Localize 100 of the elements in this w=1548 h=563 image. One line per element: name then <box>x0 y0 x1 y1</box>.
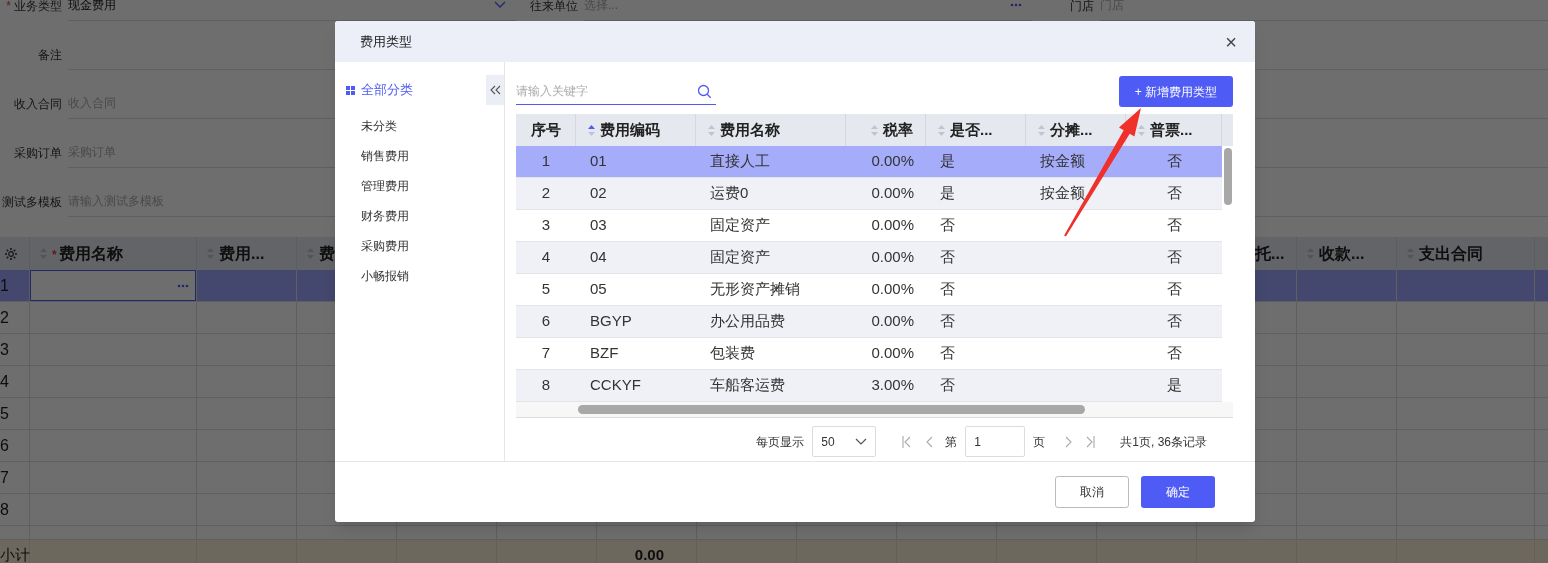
table-cell-text: BZF <box>590 343 619 364</box>
field-label: 测试多模板 <box>1 193 63 211</box>
row-number: 1 <box>0 275 9 296</box>
page-input[interactable]: 1 <box>965 426 1026 457</box>
table-cell-text: 3 <box>541 215 551 236</box>
table-cell-text: 无形资产摊销 <box>710 279 800 300</box>
category-item[interactable]: 采购费用 <box>335 231 504 261</box>
first-page-icon[interactable] <box>902 435 913 448</box>
page-size-label: 每页显示 <box>756 433 805 451</box>
category-item[interactable]: 管理费用 <box>335 171 504 201</box>
field-label: 收入合同 <box>13 95 63 113</box>
table-cell-text: 运费0 <box>710 183 749 204</box>
grid-icon <box>346 85 355 95</box>
table-cell-text: 0.00% <box>871 343 914 364</box>
chevron-down-icon[interactable] <box>494 1 506 9</box>
table-cell-text: CCKYF <box>590 375 641 396</box>
table-cell-text: 否 <box>940 343 955 364</box>
collapse-button[interactable] <box>486 75 504 105</box>
field-label: 门店 <box>1069 0 1095 15</box>
confirm-button[interactable]: 确定 <box>1141 476 1215 508</box>
table-cell-text: 7 <box>541 343 551 364</box>
subtotal-label: 小计 <box>0 544 30 563</box>
search-field[interactable]: 请输入关键字 <box>516 78 716 105</box>
previous-page-icon[interactable] <box>926 435 934 448</box>
table-row[interactable]: 2 02 运费0 0.00% 是 按金额 否 <box>516 178 1222 210</box>
table-row[interactable]: 8 CCKYF 车船客运费 3.00% 否 是 <box>516 370 1222 402</box>
table-cell-text: 02 <box>590 183 607 204</box>
table-cell-text: 包装费 <box>710 343 755 364</box>
table-cell-text: 8 <box>541 375 551 396</box>
table-cell-text: 是 <box>940 183 955 204</box>
table-cell-text: 否 <box>1166 343 1182 364</box>
settings-icon[interactable] <box>4 246 18 261</box>
table-cell-text: 车船客运费 <box>710 375 785 396</box>
table-cell-text: 05 <box>590 279 607 300</box>
double-chevron-left-icon <box>489 85 501 95</box>
field-label: 备注 <box>37 46 63 64</box>
table-row[interactable]: 6 BGYP 办公用品费 0.00% 否 否 <box>516 306 1222 338</box>
row-number: 6 <box>0 435 9 456</box>
table-cell-text: 固定资产 <box>710 215 770 236</box>
row-number: 8 <box>0 499 9 520</box>
ellipsis-icon[interactable] <box>1010 3 1022 7</box>
category-item[interactable]: 财务费用 <box>335 201 504 231</box>
table-row[interactable]: 1 01 直接人工 0.00% 是 按金额 否 <box>516 146 1222 178</box>
column-header[interactable]: 分摊... <box>1050 118 1093 142</box>
category-item[interactable]: 销售费用 <box>335 141 504 171</box>
field-label: 采购订单 <box>13 144 63 162</box>
cancel-button[interactable]: 取消 <box>1055 476 1129 508</box>
field-label: 往来单位 <box>529 0 579 15</box>
last-page-icon[interactable] <box>1085 435 1096 448</box>
field-label: * 业务类型 <box>5 0 63 15</box>
table-cell-text: 否 <box>940 215 955 236</box>
page-size-select[interactable]: 50 <box>812 426 877 457</box>
table-cell-text: 1 <box>541 151 551 172</box>
column-header[interactable]: 税率 <box>883 118 913 142</box>
scrollbar-thumb[interactable] <box>578 405 1085 414</box>
category-item[interactable]: 未分类 <box>335 111 504 141</box>
row-number: 4 <box>0 371 9 392</box>
table-cell-text: 0.00% <box>871 183 914 204</box>
table-cell-text: 0.00% <box>871 151 914 172</box>
page-suffix: 页 <box>1033 433 1046 451</box>
table-cell-text: 6 <box>541 311 551 332</box>
column-header[interactable]: 费用名称 <box>720 118 780 142</box>
table-cell-text: 否 <box>1166 311 1182 332</box>
table-cell-text: 01 <box>590 151 607 172</box>
next-page-icon[interactable] <box>1065 435 1073 448</box>
table-cell-text: 否 <box>940 375 955 396</box>
row-number: 2 <box>0 307 9 328</box>
table-cell-text: 03 <box>590 215 607 236</box>
input-field[interactable] <box>30 270 196 301</box>
table-cell-text: 0.00% <box>871 279 914 300</box>
table-cell-text: 0.00% <box>871 311 914 332</box>
input-field[interactable]: 现金费用 <box>68 0 516 21</box>
column-header[interactable]: 是否... <box>950 118 993 142</box>
table-cell-text: 0.00% <box>871 215 914 236</box>
scrollbar-thumb[interactable] <box>1223 148 1232 205</box>
row-number: 5 <box>0 403 9 424</box>
column-header[interactable]: 费用编码 <box>600 118 660 142</box>
record-summary: 共1页, 36条记录 <box>1120 433 1207 451</box>
category-item[interactable]: 小畅报销 <box>335 261 504 291</box>
ellipsis-icon[interactable] <box>177 283 189 288</box>
search-icon[interactable] <box>697 84 712 99</box>
table-cell-text: 0.00% <box>871 247 914 268</box>
table-cell-text: 是 <box>1166 375 1182 396</box>
page-prefix: 第 <box>945 433 958 451</box>
table-cell-text: 否 <box>1166 247 1182 268</box>
table-cell-text: 办公用品费 <box>710 311 785 332</box>
table-cell-text: 直接人工 <box>710 151 770 172</box>
chevron-down-icon <box>855 437 868 446</box>
table-cell-text: 否 <box>1166 151 1182 172</box>
table-row[interactable]: 4 04 固定资产 0.00% 否 否 <box>516 242 1222 274</box>
table-cell-text: 是 <box>940 151 955 172</box>
column-header[interactable]: 序号 <box>530 118 561 142</box>
sort-icon[interactable] <box>588 124 595 136</box>
category-item[interactable]: 全部分类 <box>335 75 504 105</box>
row-number: 7 <box>0 467 9 488</box>
table-cell-text: 4 <box>541 247 551 268</box>
close-button[interactable]: × <box>1225 31 1237 52</box>
column-header[interactable]: 普票... <box>1150 118 1193 142</box>
add-expense-type-button[interactable]: + 新增费用类型 <box>1119 76 1233 107</box>
table-cell-text: 2 <box>541 183 551 204</box>
